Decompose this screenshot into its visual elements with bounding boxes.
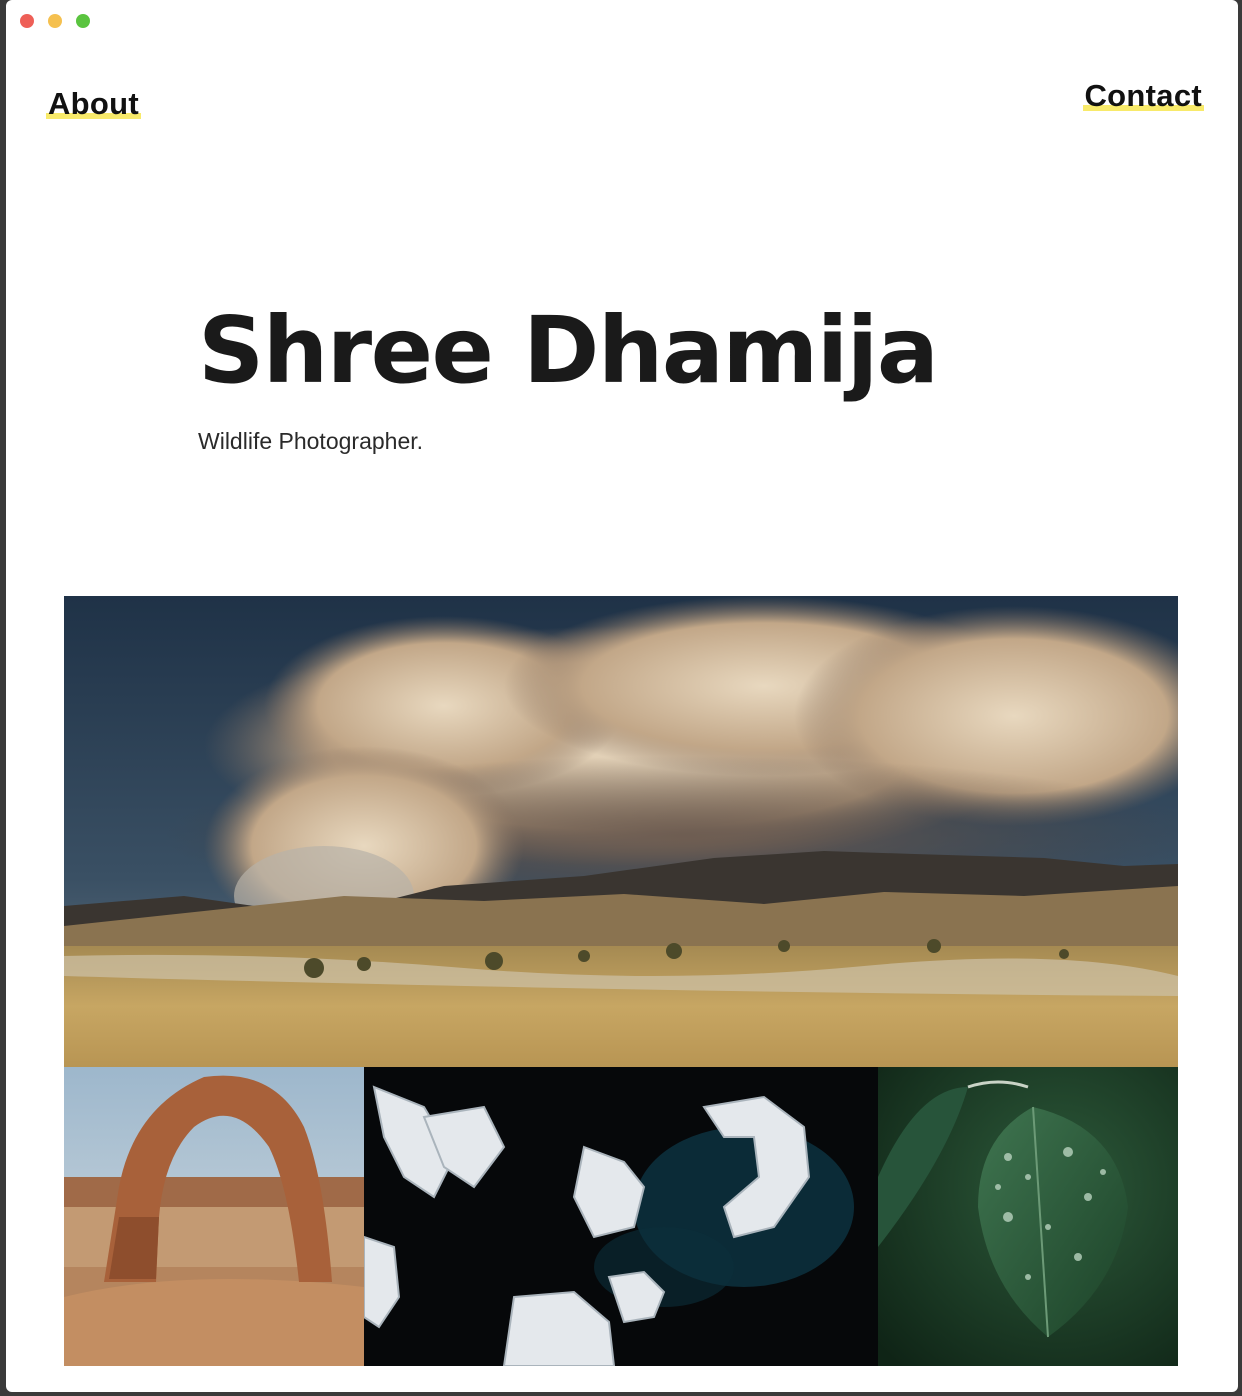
nav-about-link[interactable]: About <box>46 88 142 119</box>
leaf-image <box>878 1067 1178 1366</box>
close-window-button[interactable] <box>20 14 34 28</box>
desert-smoke-image <box>64 596 1178 1067</box>
page-title: Shree Dhamija <box>198 297 939 404</box>
browser-window: About Contact Shree Dhamija Wildlife Pho… <box>6 0 1238 1392</box>
nav-contact-link[interactable]: Contact <box>1082 80 1204 111</box>
maximize-window-button[interactable] <box>76 14 90 28</box>
page-subtitle: Wildlife Photographer. <box>198 428 424 454</box>
window-controls <box>20 14 90 28</box>
photo-gallery <box>64 596 1178 1366</box>
gallery-photo-desert-smoke[interactable] <box>64 596 1178 1067</box>
arch-image <box>64 1067 364 1366</box>
icebergs-image <box>364 1067 878 1366</box>
gallery-photo-arch[interactable] <box>64 1067 364 1366</box>
gallery-photo-icebergs[interactable] <box>364 1067 878 1366</box>
minimize-window-button[interactable] <box>48 14 62 28</box>
gallery-photo-leaf[interactable] <box>878 1067 1178 1366</box>
